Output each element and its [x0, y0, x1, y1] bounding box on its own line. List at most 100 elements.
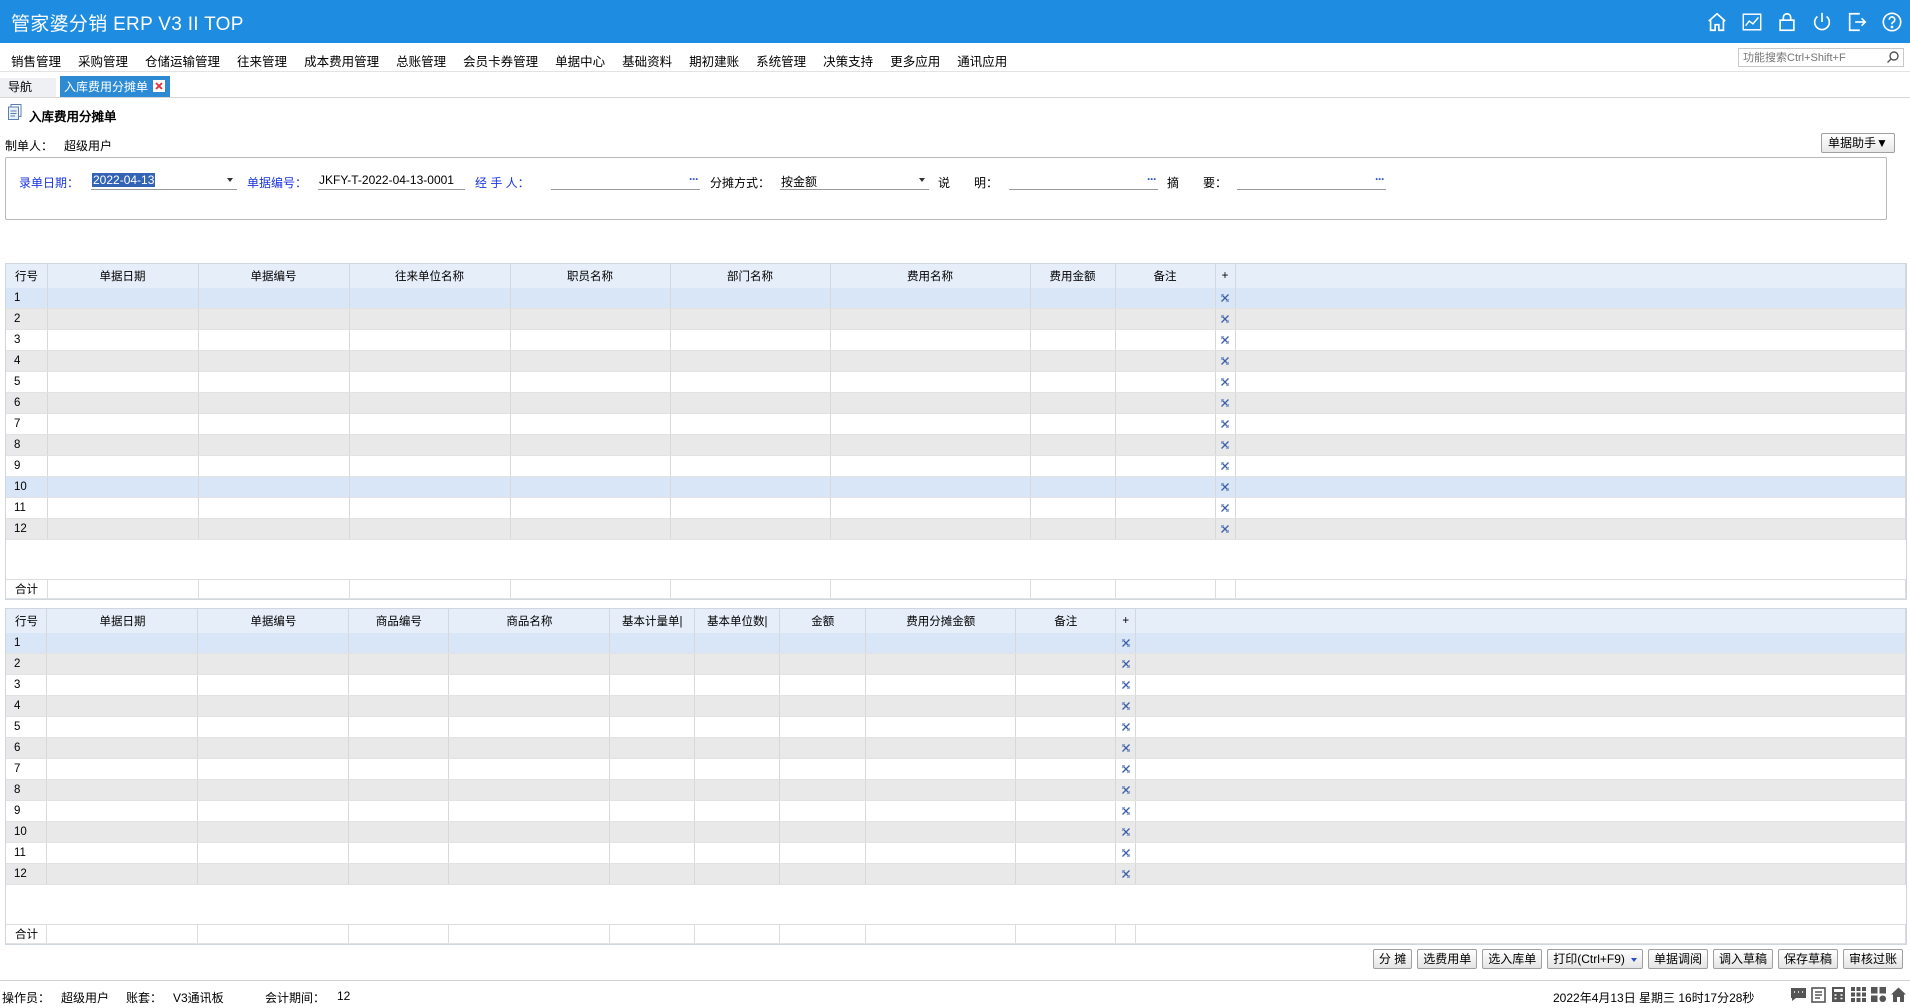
document-assistant-button[interactable]: 单据助手▼: [1821, 133, 1895, 153]
grid-cell[interactable]: [46, 821, 199, 843]
delete-row-icon[interactable]: [1215, 518, 1236, 540]
lock-icon[interactable]: [1775, 10, 1799, 34]
delete-row-icon[interactable]: [1215, 329, 1236, 351]
table-row[interactable]: 12: [6, 863, 1906, 885]
grid-cell[interactable]: [694, 653, 781, 675]
table-row[interactable]: 2: [6, 653, 1906, 675]
grid-cell[interactable]: [46, 653, 199, 675]
date-field[interactable]: 2022-04-13: [91, 172, 237, 190]
grid-cell[interactable]: [1030, 413, 1116, 435]
grid-cell[interactable]: [47, 288, 199, 309]
grid-cell[interactable]: [348, 674, 450, 696]
grid-cell[interactable]: [448, 779, 611, 801]
grid-cell[interactable]: [670, 371, 831, 393]
grid-cell[interactable]: [198, 497, 350, 519]
grid-cell[interactable]: [670, 434, 831, 456]
close-icon[interactable]: [153, 80, 166, 92]
table-row[interactable]: 9: [6, 800, 1906, 822]
grid-cell[interactable]: [448, 758, 611, 780]
chevron-down-icon[interactable]: [919, 178, 925, 182]
grid-cell[interactable]: [47, 329, 199, 351]
grid-cell[interactable]: [198, 476, 350, 498]
grid-cell[interactable]: [349, 350, 511, 372]
grid-cell[interactable]: [198, 434, 350, 456]
grid-cell[interactable]: [198, 518, 350, 540]
grid-cell[interactable]: [349, 371, 511, 393]
grid-cell[interactable]: [510, 371, 671, 393]
delete-row-icon[interactable]: [1115, 758, 1137, 780]
grid-cell[interactable]: [779, 863, 867, 885]
grid-cell[interactable]: [1030, 434, 1116, 456]
grid-cell[interactable]: [47, 518, 199, 540]
grid-cell[interactable]: [348, 821, 450, 843]
grid-cell[interactable]: [670, 413, 831, 435]
delete-row-icon[interactable]: [1215, 371, 1236, 393]
grid-cell[interactable]: [779, 800, 867, 822]
delete-row-icon[interactable]: [1215, 392, 1236, 414]
grid-cell[interactable]: [830, 413, 1031, 435]
grid-cell[interactable]: [1030, 371, 1116, 393]
grid-cell[interactable]: [670, 497, 831, 519]
grid-cell[interactable]: [198, 288, 350, 309]
grid-cell[interactable]: [830, 434, 1031, 456]
menu-item[interactable]: 单据中心: [555, 51, 605, 70]
grid-cell[interactable]: [609, 800, 696, 822]
grid-cell[interactable]: [197, 633, 350, 654]
grid-cell[interactable]: [349, 288, 511, 309]
grid-cell[interactable]: [865, 758, 1017, 780]
delete-row-icon[interactable]: [1115, 800, 1137, 822]
grid-cell[interactable]: [198, 371, 350, 393]
grid-cell[interactable]: [779, 653, 867, 675]
ellipsis-icon[interactable]: ···: [1147, 172, 1157, 186]
delete-row-icon[interactable]: [1215, 308, 1236, 330]
grid-cell[interactable]: [1115, 497, 1216, 519]
tab-navigation[interactable]: 导航: [0, 78, 56, 97]
grid-cell[interactable]: [348, 800, 450, 822]
add-row-button[interactable]: +: [1115, 609, 1137, 633]
delete-row-icon[interactable]: [1215, 350, 1236, 372]
menu-item[interactable]: 采购管理: [78, 51, 128, 70]
table-row[interactable]: 12: [6, 518, 1906, 540]
grid-cell[interactable]: [448, 821, 611, 843]
table-row[interactable]: 8: [6, 434, 1906, 456]
grid-cell[interactable]: [510, 308, 671, 330]
grid-cell[interactable]: [348, 779, 450, 801]
grid-cell[interactable]: [510, 392, 671, 414]
grid-cell[interactable]: [448, 842, 611, 864]
grid-cell[interactable]: [609, 863, 696, 885]
grid-cell[interactable]: [198, 308, 350, 330]
grid-cell[interactable]: [865, 674, 1017, 696]
grid-cell[interactable]: [694, 779, 781, 801]
grid-cell[interactable]: [779, 716, 867, 738]
menu-item[interactable]: 系统管理: [756, 51, 806, 70]
grid-cell[interactable]: [830, 288, 1031, 309]
grid-cell[interactable]: [198, 329, 350, 351]
grid-cell[interactable]: [448, 800, 611, 822]
delete-row-icon[interactable]: [1115, 695, 1137, 717]
grid-cell[interactable]: [510, 476, 671, 498]
ellipsis-icon[interactable]: ···: [689, 172, 699, 186]
search-input[interactable]: [1743, 49, 1883, 66]
grid-cell[interactable]: [47, 455, 199, 477]
grid-cell[interactable]: [830, 497, 1031, 519]
grid-cell[interactable]: [1115, 518, 1216, 540]
grid-cell[interactable]: [670, 329, 831, 351]
grid-cell[interactable]: [349, 476, 511, 498]
grid-cell[interactable]: [510, 350, 671, 372]
grid-cell[interactable]: [47, 497, 199, 519]
delete-row-icon[interactable]: [1215, 455, 1236, 477]
table-row[interactable]: 10: [6, 476, 1906, 498]
grid-cell[interactable]: [349, 413, 511, 435]
grid-cell[interactable]: [1015, 674, 1117, 696]
table-row[interactable]: 4: [6, 350, 1906, 372]
grid-cell[interactable]: [609, 716, 696, 738]
grid-cell[interactable]: [694, 716, 781, 738]
description-field[interactable]: ···: [1009, 172, 1158, 190]
grid-cell[interactable]: [46, 674, 199, 696]
grid-cell[interactable]: [510, 288, 671, 309]
grid-cell[interactable]: [1015, 653, 1117, 675]
ellipsis-icon[interactable]: ···: [1375, 172, 1385, 186]
grid-cell[interactable]: [510, 413, 671, 435]
menu-item[interactable]: 期初建账: [689, 51, 739, 70]
table-row[interactable]: 6: [6, 392, 1906, 414]
